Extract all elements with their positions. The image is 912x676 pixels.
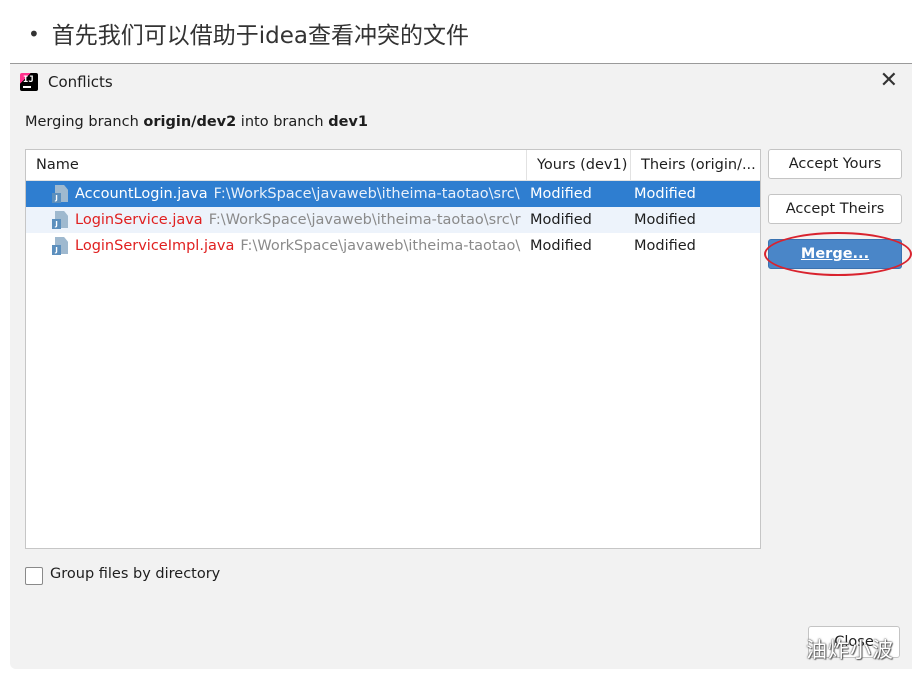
target-branch: dev1	[328, 114, 368, 130]
accept-yours-button[interactable]: Accept Yours	[768, 149, 902, 179]
file-path: F:\WorkSpace\javaweb\itheima-taotao\src\	[213, 186, 520, 202]
dialog-titlebar: Conflicts ✕	[10, 64, 912, 100]
file-name: LoginServiceImpl.java	[75, 238, 235, 254]
conflicts-dialog: Conflicts ✕ Merging branch origin/dev2 i…	[10, 63, 912, 669]
file-name-cell: AccountLogin.java F:\WorkSpace\javaweb\it…	[75, 181, 525, 207]
table-row[interactable]: J AccountLogin.java F:\WorkSpace\javaweb\…	[26, 181, 760, 207]
java-file-icon: J	[52, 185, 69, 203]
source-branch: origin/dev2	[143, 114, 237, 130]
file-name-cell: LoginServiceImpl.java F:\WorkSpace\javawe…	[75, 233, 525, 259]
intellij-idea-icon	[20, 73, 38, 91]
file-path: F:\WorkSpace\javaweb\itheima-taotao\src\…	[208, 212, 521, 228]
file-name-cell: LoginService.java F:\WorkSpace\javaweb\it…	[75, 207, 525, 233]
accept-theirs-button[interactable]: Accept Theirs	[768, 194, 902, 224]
file-name: LoginService.java	[75, 212, 203, 228]
theirs-status: Modified	[634, 212, 696, 228]
conflicts-table: Name Yours (dev1) Theirs (origin/... J A…	[25, 149, 761, 549]
file-path: F:\WorkSpace\javaweb\itheima-taotao\	[240, 238, 521, 254]
group-by-directory-label: Group files by directory	[50, 566, 221, 582]
java-file-icon: J	[52, 237, 69, 255]
theirs-status: Modified	[634, 238, 696, 254]
java-file-icon: J	[52, 211, 69, 229]
merge-info-middle: into branch	[236, 114, 329, 130]
merge-button[interactable]: Merge...	[768, 239, 902, 269]
bullet-dot-icon: •	[28, 22, 40, 46]
yours-status: Modified	[530, 212, 592, 228]
table-row[interactable]: J LoginServiceImpl.java F:\WorkSpace\java…	[26, 233, 760, 259]
close-icon[interactable]: ✕	[880, 68, 898, 93]
yours-status: Modified	[530, 186, 592, 202]
column-header-name[interactable]: Name	[36, 150, 516, 180]
table-header: Name Yours (dev1) Theirs (origin/...	[26, 150, 760, 181]
watermark: 油炸小波	[806, 638, 894, 662]
file-name: AccountLogin.java	[75, 186, 208, 202]
table-row[interactable]: J LoginService.java F:\WorkSpace\javaweb\…	[26, 207, 760, 233]
merge-info: Merging branch origin/dev2 into branch d…	[25, 114, 368, 130]
slide-bullet: • 首先我们可以借助于idea查看冲突的文件	[28, 16, 469, 50]
dialog-title: Conflicts	[48, 73, 113, 91]
theirs-status: Modified	[634, 186, 696, 202]
yours-status: Modified	[530, 238, 592, 254]
slide-bullet-text: 首先我们可以借助于idea查看冲突的文件	[51, 23, 470, 49]
column-header-yours[interactable]: Yours (dev1)	[526, 150, 641, 180]
column-header-theirs[interactable]: Theirs (origin/...	[630, 150, 760, 180]
merge-info-prefix: Merging branch	[25, 114, 144, 130]
group-by-directory-checkbox[interactable]	[25, 567, 43, 585]
